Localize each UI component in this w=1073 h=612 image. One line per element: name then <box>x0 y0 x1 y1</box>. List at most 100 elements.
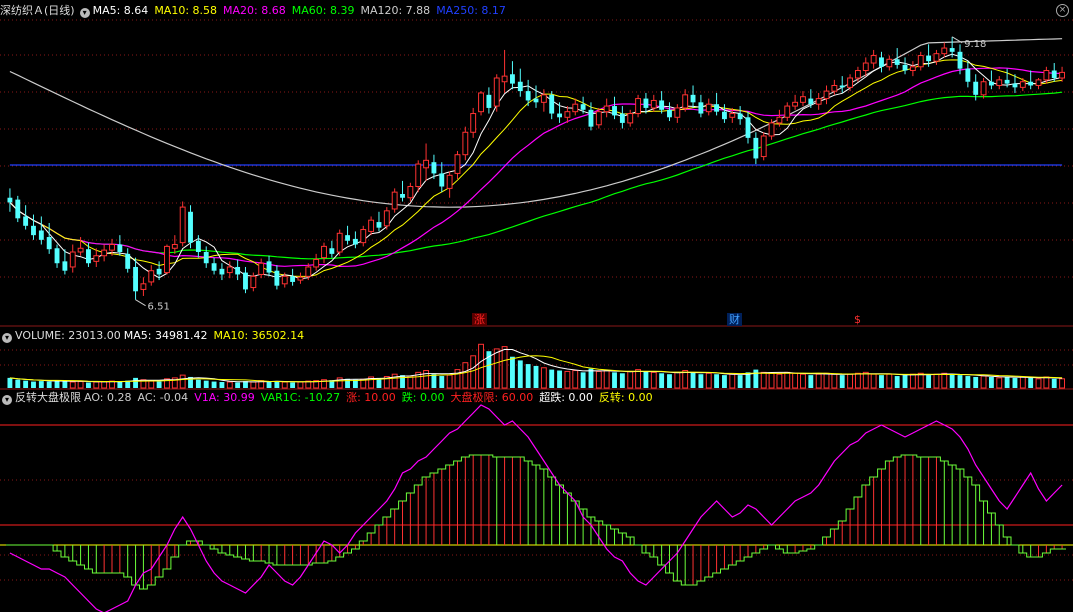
close-icon[interactable]: × <box>1056 4 1069 17</box>
price-panel-header: 深纺织Ａ(日线) ▾ MA5: 8.64 MA10: 8.58 MA20: 8.68 MA… <box>0 3 515 19</box>
volume-bar-105 <box>831 373 838 389</box>
volume-bar-114 <box>902 375 908 388</box>
ma-legend-item-5: MA250: 8.17 <box>436 4 506 17</box>
volume-bar-68 <box>540 367 547 389</box>
volume-bar-86 <box>682 370 689 389</box>
volume-bar-8 <box>69 381 76 389</box>
event-marker-2[interactable]: $ <box>852 313 863 326</box>
volume-bar-18 <box>148 380 155 389</box>
volume-bar-14 <box>117 381 123 388</box>
volume-bar-0 <box>7 377 13 388</box>
volume-bar-109 <box>862 371 869 389</box>
volume-bar-75 <box>595 370 602 389</box>
candle-body-39 <box>313 258 320 268</box>
candle-body-115 <box>909 66 916 72</box>
volume-bar-4 <box>38 381 44 388</box>
candle-body-109 <box>862 62 869 72</box>
volume-bar-96 <box>760 371 767 389</box>
volume-bar-10 <box>86 382 91 388</box>
candle-body-101 <box>800 96 806 103</box>
candle-body-117 <box>926 55 932 62</box>
candle-body-18 <box>148 270 155 283</box>
candle-body-74 <box>588 109 594 127</box>
volume-bar-70 <box>557 370 562 388</box>
candle-body-24 <box>195 240 201 252</box>
volume-bar-73 <box>580 372 586 388</box>
volume-bar-85 <box>674 371 681 389</box>
candle-body-26 <box>211 263 217 271</box>
candle-body-133 <box>1051 70 1057 78</box>
ma-legend-item-4: MA120: 7.88 <box>360 4 431 17</box>
collapse-icon[interactable]: ▾ <box>2 395 12 405</box>
candle-body-111 <box>879 57 884 67</box>
candle-body-72 <box>572 103 579 113</box>
candle-body-47 <box>376 222 382 228</box>
candle-body-103 <box>815 98 822 105</box>
volume-bar-26 <box>211 381 217 388</box>
volume-bar-132 <box>1043 376 1050 389</box>
volume-bar-80 <box>635 369 642 389</box>
candle-body-61 <box>486 94 492 108</box>
candle-body-76 <box>603 105 610 113</box>
collapse-icon[interactable]: ▾ <box>2 333 12 343</box>
volume-bar-59 <box>470 355 477 389</box>
candle-body-128 <box>1012 83 1018 88</box>
volume-bar-34 <box>274 381 280 388</box>
stock-title: 深纺织Ａ(日线) <box>0 4 75 17</box>
candle-body-130 <box>1028 81 1034 86</box>
volume-bar-74 <box>588 368 594 388</box>
candle-body-70 <box>557 113 562 118</box>
volume-bar-81 <box>643 371 649 388</box>
candle-body-119 <box>941 47 948 55</box>
volume-bar-108 <box>854 372 861 389</box>
candle-body-20 <box>164 245 170 274</box>
volume-bar-91 <box>722 375 727 388</box>
candle-body-34 <box>274 270 280 286</box>
candle-body-42 <box>336 232 343 253</box>
volume-bar-64 <box>510 356 515 388</box>
low-price-label: 6.51 <box>148 302 170 313</box>
volume-bar-95 <box>753 369 759 388</box>
candle-body-49 <box>391 191 398 210</box>
candle-body-98 <box>776 116 783 124</box>
low-label-leader <box>135 299 146 307</box>
indicator-legend-item-1: AC: -0.04 <box>137 391 189 404</box>
event-marker-0[interactable]: 涨 <box>472 313 487 326</box>
candle-body-0 <box>7 197 13 203</box>
collapse-icon[interactable]: ▾ <box>79 8 90 18</box>
candle-body-32 <box>258 262 265 275</box>
volume-bar-72 <box>572 370 579 389</box>
volume-bar-115 <box>909 373 916 389</box>
candle-body-12 <box>101 249 108 257</box>
candle-body-55 <box>439 173 445 187</box>
candle-body-45 <box>360 229 367 244</box>
candle-body-62 <box>493 77 500 107</box>
volume-bar-25 <box>203 380 209 388</box>
candle-body-127 <box>1004 79 1010 84</box>
volume-bar-84 <box>667 374 672 388</box>
candle-body-8 <box>69 251 76 268</box>
volume-bar-29 <box>235 382 241 388</box>
candle-body-81 <box>643 98 649 108</box>
candle-body-33 <box>266 261 272 273</box>
volume-bar-36 <box>290 382 296 388</box>
candle-body-13 <box>109 244 115 251</box>
candle-body-113 <box>894 59 900 65</box>
candle-body-121 <box>957 51 963 69</box>
candle-body-19 <box>156 268 162 275</box>
volume-bar-100 <box>792 372 799 389</box>
volume-bar-1 <box>15 379 21 388</box>
candle-body-30 <box>243 272 248 290</box>
candle-body-41 <box>329 248 335 254</box>
candle-body-69 <box>549 94 555 114</box>
ma60-line <box>9 91 1063 260</box>
candle-body-51 <box>407 186 414 199</box>
volume-bar-93 <box>737 375 743 388</box>
event-marker-1[interactable]: 财 <box>727 313 742 326</box>
candle-body-100 <box>792 101 799 107</box>
volume-bar-12 <box>101 381 108 389</box>
candle-body-58 <box>462 131 469 156</box>
volume-bar-101 <box>800 373 806 389</box>
volume-bar-19 <box>156 381 162 388</box>
volume-bar-65 <box>517 360 523 388</box>
